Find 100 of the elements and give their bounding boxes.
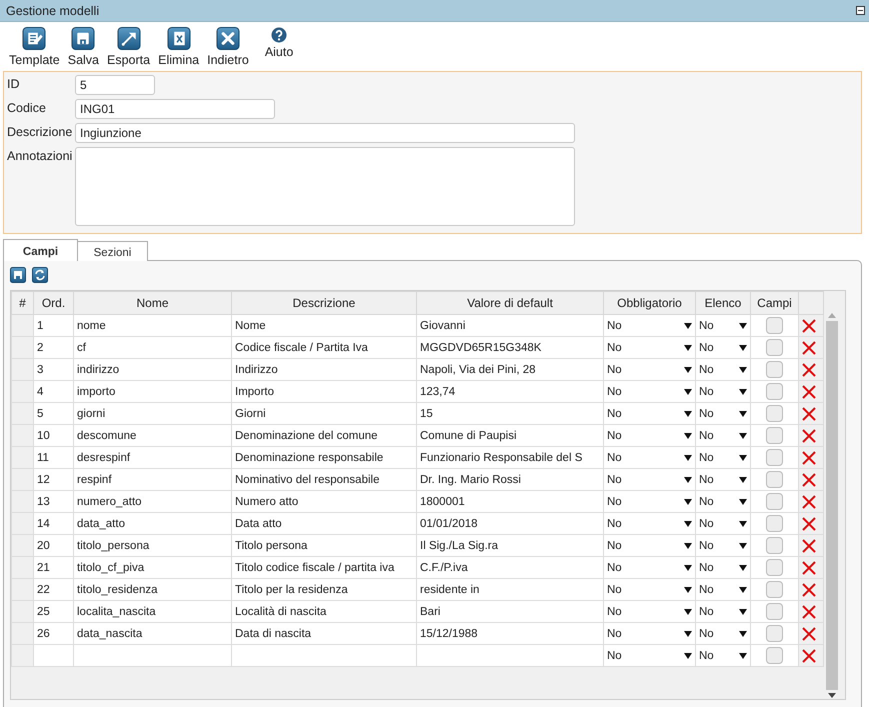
caret-icon	[739, 410, 747, 416]
caret-icon	[739, 388, 747, 394]
close-icon	[216, 27, 240, 50]
delete-icon[interactable]	[802, 560, 816, 574]
table-cell: giorni	[77, 408, 106, 420]
caret-icon	[739, 476, 747, 482]
text-field[interactable]: 5	[75, 75, 155, 95]
toolbar-button[interactable]: Elimina	[157, 27, 200, 67]
caret-icon	[739, 498, 747, 504]
table-cell: 15	[420, 408, 433, 420]
delete-icon[interactable]	[802, 494, 816, 508]
table-cell: 1	[37, 320, 44, 332]
caret-icon	[684, 454, 692, 460]
table-cell: Importo	[235, 386, 274, 398]
notes-field[interactable]	[75, 147, 575, 226]
checkbox[interactable]	[766, 383, 783, 400]
table-cell: 1800001	[420, 496, 465, 508]
table-cell: 4	[37, 386, 44, 398]
save-icon	[71, 27, 96, 50]
checkbox[interactable]	[766, 317, 783, 334]
table-cell: nome	[77, 320, 106, 332]
checkbox[interactable]	[766, 647, 783, 664]
save-icon[interactable]	[10, 267, 26, 283]
collapse-icon[interactable]	[856, 6, 865, 15]
table-cell: 2	[37, 342, 44, 354]
delete-icon[interactable]	[802, 516, 816, 530]
checkbox[interactable]	[766, 427, 783, 444]
caret-icon	[739, 432, 747, 438]
caret-icon	[684, 476, 692, 482]
table-cell: 25	[37, 606, 50, 618]
delete-icon[interactable]	[802, 362, 816, 376]
checkbox[interactable]	[766, 559, 783, 576]
table-cell: 15/12/1988	[420, 628, 478, 640]
delete-icon[interactable]	[802, 340, 816, 354]
checkbox[interactable]	[766, 537, 783, 554]
table-cell: Denominazione responsabile	[235, 452, 384, 464]
column-header: Obbligatorio	[604, 292, 696, 314]
scroll-down-icon[interactable]	[828, 693, 836, 698]
table-cell: Napoli, Via dei Pini, 28	[420, 364, 536, 376]
checkbox[interactable]	[766, 515, 783, 532]
table-cell: titolo_residenza	[77, 584, 158, 596]
field-label: Descrizione	[7, 124, 74, 141]
table-cell: desrespinf	[77, 452, 130, 464]
delete-icon[interactable]	[802, 428, 816, 442]
checkbox[interactable]	[766, 493, 783, 510]
table-cell: 123,74	[420, 386, 456, 398]
checkbox[interactable]	[766, 581, 783, 598]
checkbox[interactable]	[766, 449, 783, 466]
caret-icon	[739, 454, 747, 460]
table-cell: indirizzo	[77, 364, 120, 376]
help-icon	[271, 27, 288, 43]
text-field[interactable]: ING01	[75, 99, 275, 119]
scrollbar[interactable]	[824, 313, 840, 698]
delete-icon[interactable]	[802, 582, 816, 596]
caret-icon	[739, 652, 747, 658]
caret-icon	[684, 432, 692, 438]
delete-icon[interactable]	[802, 450, 816, 464]
table-cell: 01/01/2018	[420, 518, 478, 530]
delete-icon[interactable]	[802, 406, 816, 420]
delete-icon[interactable]	[802, 626, 816, 640]
table-cell: descomune	[77, 430, 136, 442]
delete-icon[interactable]	[802, 648, 816, 662]
caret-icon	[684, 564, 692, 570]
toolbar-button[interactable]: Salva	[66, 27, 100, 67]
delete-icon[interactable]	[802, 384, 816, 398]
table-cell: 3	[37, 364, 44, 376]
table-cell: 26	[37, 628, 50, 640]
delete-icon[interactable]	[802, 472, 816, 486]
refresh-icon[interactable]	[32, 267, 48, 283]
table-cell: 14	[37, 518, 50, 530]
tab[interactable]: Sezioni	[78, 241, 148, 261]
table-cell: Numero atto	[235, 496, 298, 508]
table-cell: Nominativo del responsabile	[235, 474, 380, 486]
checkbox[interactable]	[766, 625, 783, 642]
toolbar-button[interactable]: Indietro	[206, 27, 250, 67]
checkbox[interactable]	[766, 471, 783, 488]
table-cell: 20	[37, 540, 50, 552]
delete-icon[interactable]	[802, 538, 816, 552]
field-label: Annotazioni	[7, 148, 74, 165]
checkbox[interactable]	[766, 339, 783, 356]
table-cell: Indirizzo	[235, 364, 278, 376]
toolbar-button[interactable]: Esporta	[106, 27, 152, 67]
table-cell: Nome	[235, 320, 266, 332]
checkbox[interactable]	[766, 361, 783, 378]
table-cell: 11	[37, 452, 49, 464]
delete-icon[interactable]	[802, 604, 816, 618]
table-cell: titolo_cf_piva	[77, 562, 144, 574]
tab[interactable]: Campi	[3, 239, 78, 261]
caret-icon	[684, 322, 692, 328]
checkbox[interactable]	[766, 405, 783, 422]
delete-icon[interactable]	[802, 318, 816, 332]
caret-icon	[684, 498, 692, 504]
text-field[interactable]: Ingiunzione	[75, 123, 575, 143]
checkbox[interactable]	[766, 603, 783, 620]
table-cell: Denominazione del comune	[235, 430, 378, 442]
table-cell: Data atto	[235, 518, 282, 530]
table-cell: Dr. Ing. Mario Rossi	[420, 474, 521, 486]
toolbar-button[interactable]: Aiuto	[264, 27, 294, 67]
table-cell: cf	[77, 342, 86, 354]
toolbar-button[interactable]: Template	[8, 27, 61, 67]
